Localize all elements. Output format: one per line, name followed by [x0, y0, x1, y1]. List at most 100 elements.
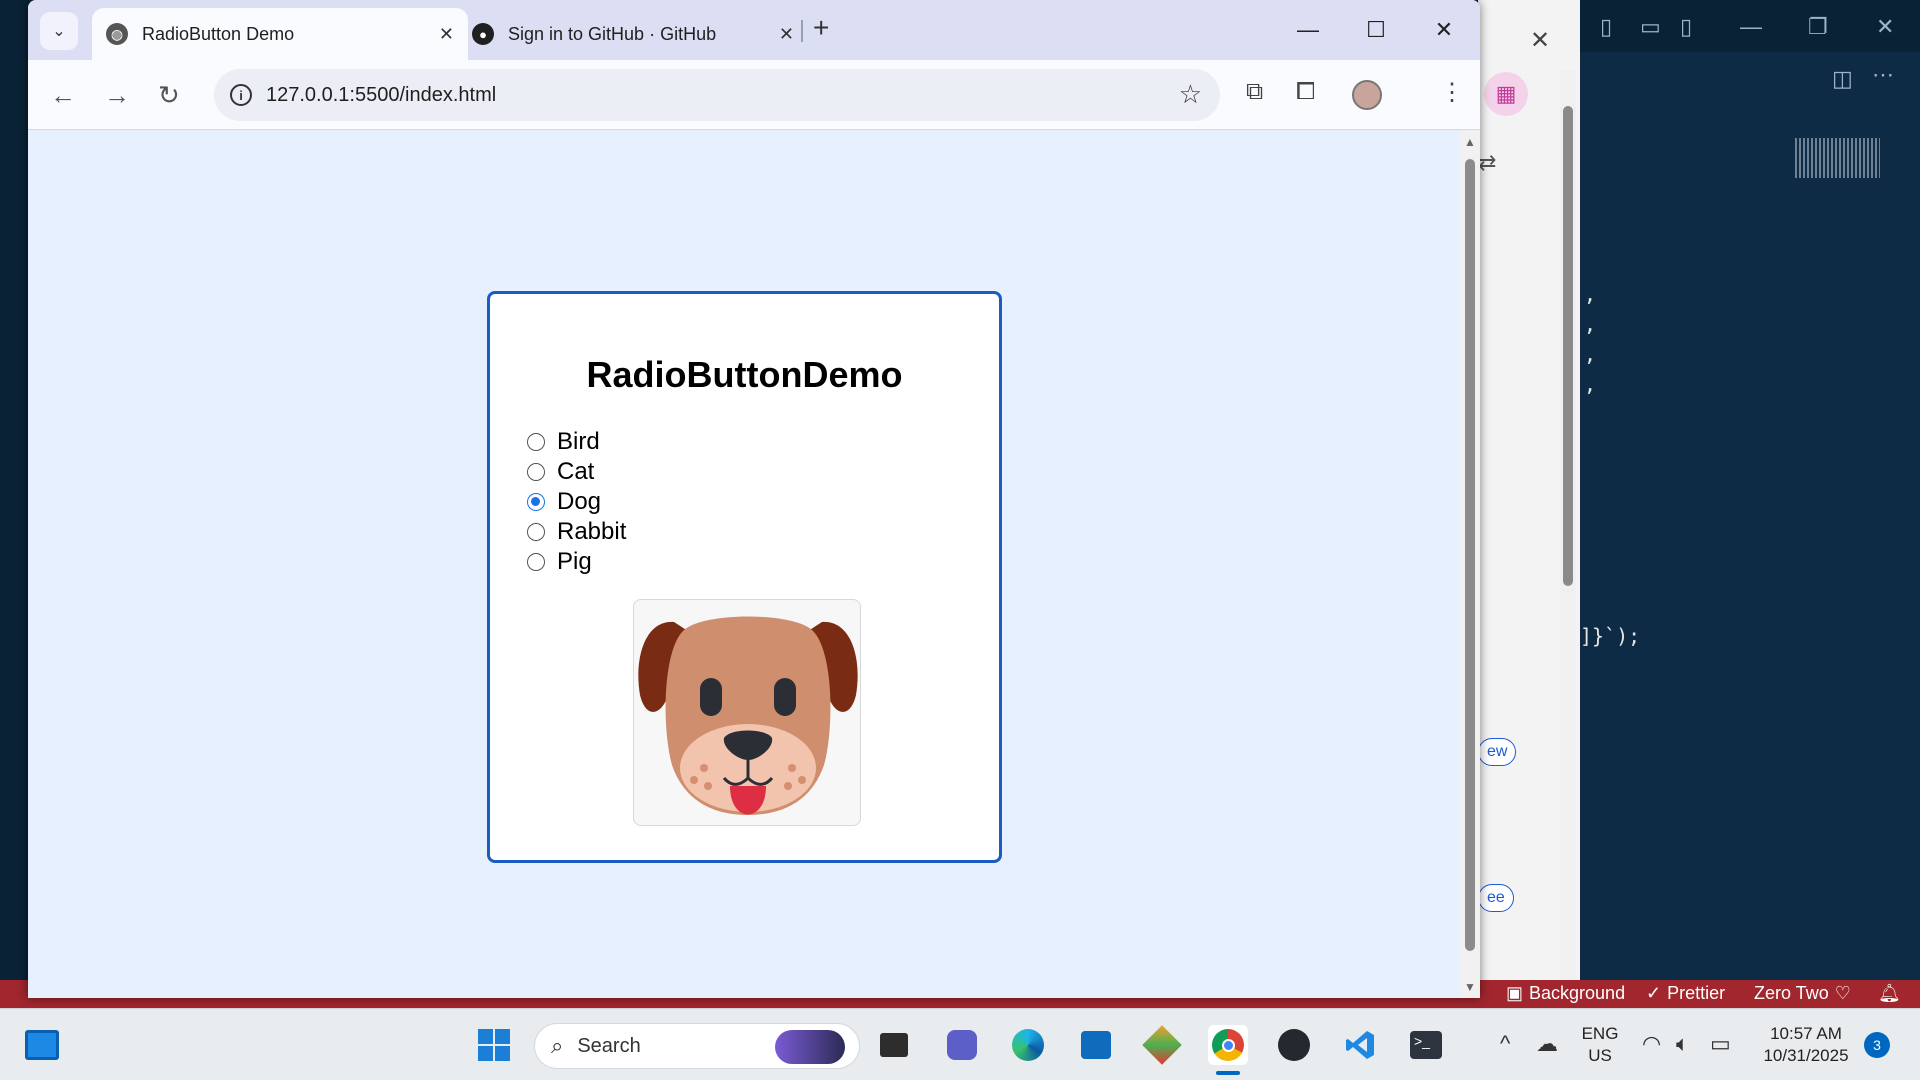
- vscode-activity-bar: [0, 52, 28, 982]
- code-comma: ,: [1584, 342, 1597, 366]
- minimize-icon[interactable]: —: [1288, 12, 1328, 48]
- menu-dots-icon[interactable]: ⋮: [1440, 78, 1464, 107]
- layout-sidebar-icon[interactable]: ▯: [1600, 14, 1612, 40]
- address-bar[interactable]: i 127.0.0.1:5500/index.html ☆: [214, 69, 1220, 121]
- radio-button[interactable]: [527, 523, 545, 541]
- code-comma: ,: [1584, 372, 1597, 396]
- more-actions-icon[interactable]: ⋯: [1872, 62, 1894, 88]
- url-text[interactable]: 127.0.0.1:5500/index.html: [266, 84, 496, 107]
- code-comma: ,: [1584, 282, 1597, 306]
- file-explorer-icon[interactable]: [874, 1025, 914, 1065]
- image-icon: ▣: [1506, 983, 1524, 1003]
- radio-option-rabbit[interactable]: Rabbit: [527, 517, 626, 547]
- tab-radiobutton-demo[interactable]: ◍ RadioButton Demo ✕: [92, 8, 468, 60]
- store-glyph: [1081, 1031, 1111, 1059]
- clock[interactable]: 10:57 AM 10/31/2025: [1754, 1023, 1858, 1067]
- maximize-icon[interactable]: ☐: [1356, 12, 1396, 48]
- page-scrollbar[interactable]: ▲ ▼: [1460, 131, 1480, 998]
- radio-option-pig[interactable]: Pig: [527, 547, 626, 577]
- extensions-icon[interactable]: ⧠: [1296, 78, 1315, 106]
- search-icon: ⌕: [551, 1033, 564, 1058]
- radio-button[interactable]: [527, 553, 545, 571]
- side-panel-scrollbar[interactable]: [1560, 70, 1576, 980]
- radio-button[interactable]: [527, 463, 545, 481]
- vscode-minimize-icon[interactable]: —: [1740, 14, 1762, 40]
- minimap[interactable]: [1795, 138, 1880, 178]
- side-panel-pill-button[interactable]: ee: [1478, 884, 1514, 912]
- close-window-icon[interactable]: ✕: [1424, 12, 1464, 48]
- new-tab-icon[interactable]: +: [813, 12, 829, 44]
- status-theme[interactable]: Zero Two ♡: [1754, 983, 1851, 1004]
- dog-face-icon: [638, 616, 858, 815]
- search-highlight-icon: [775, 1030, 845, 1064]
- close-tab-icon[interactable]: ✕: [779, 24, 794, 45]
- radio-group: Bird Cat Dog Rabbit Pig: [527, 427, 626, 577]
- scroll-thumb[interactable]: [1465, 159, 1475, 951]
- radio-option-cat[interactable]: Cat: [527, 457, 626, 487]
- close-tab-icon[interactable]: ✕: [439, 24, 454, 45]
- vscode-close-icon[interactable]: ✕: [1876, 14, 1894, 40]
- site-info-icon[interactable]: i: [230, 84, 252, 106]
- layout-panel-icon[interactable]: ▭: [1640, 14, 1661, 40]
- translate-icon[interactable]: ⧉: [1246, 78, 1263, 106]
- page-title: RadioButtonDemo: [586, 354, 903, 395]
- volume-icon[interactable]: 🔈︎: [1676, 1031, 1689, 1057]
- teams-icon[interactable]: [942, 1025, 982, 1065]
- tab-separator: [801, 20, 803, 42]
- scroll-up-icon[interactable]: ▲: [1464, 135, 1476, 149]
- scroll-down-icon[interactable]: ▼: [1464, 980, 1476, 994]
- chevron-up-icon[interactable]: ^: [1500, 1031, 1510, 1057]
- radio-option-dog[interactable]: Dog: [527, 487, 626, 517]
- notification-badge[interactable]: 3: [1864, 1032, 1890, 1058]
- page-viewport: RadioButtonDemo Bird Cat Dog Rabbit Pig: [28, 131, 1468, 998]
- profile-avatar[interactable]: [1352, 80, 1382, 110]
- widgets-icon[interactable]: [22, 1025, 62, 1065]
- vscode-restore-icon[interactable]: ❐: [1808, 14, 1828, 40]
- status-background[interactable]: ▣ Background: [1506, 983, 1625, 1004]
- code-line-fragment: ]}`);: [1580, 624, 1641, 648]
- app-icon[interactable]: [1142, 1025, 1182, 1065]
- radio-button[interactable]: [527, 433, 545, 451]
- heart-icon: ♡: [1834, 983, 1851, 1003]
- layout-secondary-icon[interactable]: ▯: [1680, 14, 1692, 40]
- onedrive-icon[interactable]: ☁︎: [1536, 1031, 1558, 1057]
- status-prettier[interactable]: ✓ Prettier: [1646, 983, 1725, 1004]
- scroll-thumb[interactable]: [1563, 106, 1573, 586]
- code-comma: ,: [1584, 312, 1597, 336]
- pet-image: [633, 599, 861, 826]
- bookmark-star-icon[interactable]: ☆: [1179, 79, 1202, 110]
- side-panel-pill-button[interactable]: ew: [1478, 738, 1517, 766]
- github-icon: ●: [472, 23, 494, 45]
- chrome-icon[interactable]: [1208, 1025, 1248, 1065]
- tab-search-button[interactable]: ⌄: [40, 12, 78, 50]
- double-check-icon: ✓: [1646, 983, 1662, 1003]
- radio-option-bird[interactable]: Bird: [527, 427, 626, 457]
- store-icon[interactable]: [1076, 1025, 1116, 1065]
- reload-icon[interactable]: ↻: [158, 80, 180, 111]
- bell-icon[interactable]: 🔔︎: [1878, 983, 1901, 1004]
- swap-icon[interactable]: ⇄: [1478, 150, 1496, 176]
- battery-icon[interactable]: ▭: [1710, 1031, 1731, 1057]
- taskbar-search[interactable]: ⌕ Search: [534, 1023, 860, 1069]
- teams-glyph: [947, 1030, 977, 1060]
- back-icon[interactable]: ←: [50, 80, 76, 111]
- radio-button-checked[interactable]: [527, 493, 545, 511]
- globe-icon: ◍: [106, 23, 128, 45]
- github-desktop-icon[interactable]: [1274, 1025, 1314, 1065]
- terminal-icon[interactable]: >_: [1406, 1025, 1446, 1065]
- close-icon[interactable]: ✕: [1530, 26, 1550, 55]
- github-glyph: [1278, 1029, 1310, 1061]
- vscode-icon[interactable]: [1340, 1025, 1380, 1065]
- start-icon[interactable]: [474, 1025, 514, 1065]
- tab-strip: ⌄ ◍ RadioButton Demo ✕ ● Sign in to GitH…: [28, 0, 1480, 60]
- language-indicator[interactable]: ENG US: [1574, 1023, 1626, 1067]
- browser-toolbar: ← → ↻ i 127.0.0.1:5500/index.html ☆ ⧉ ⧠ …: [28, 60, 1480, 130]
- forward-icon[interactable]: →: [104, 80, 130, 111]
- tab-github-signin[interactable]: ● Sign in to GitHub · GitHub ✕: [458, 8, 808, 60]
- app-glyph: [1142, 1025, 1182, 1065]
- chevron-down-icon: ⌄: [52, 23, 66, 40]
- split-editor-icon[interactable]: ◫: [1832, 66, 1853, 92]
- avatar[interactable]: ▦: [1484, 72, 1528, 116]
- edge-icon[interactable]: [1008, 1025, 1048, 1065]
- wifi-icon[interactable]: ◠: [1642, 1031, 1661, 1057]
